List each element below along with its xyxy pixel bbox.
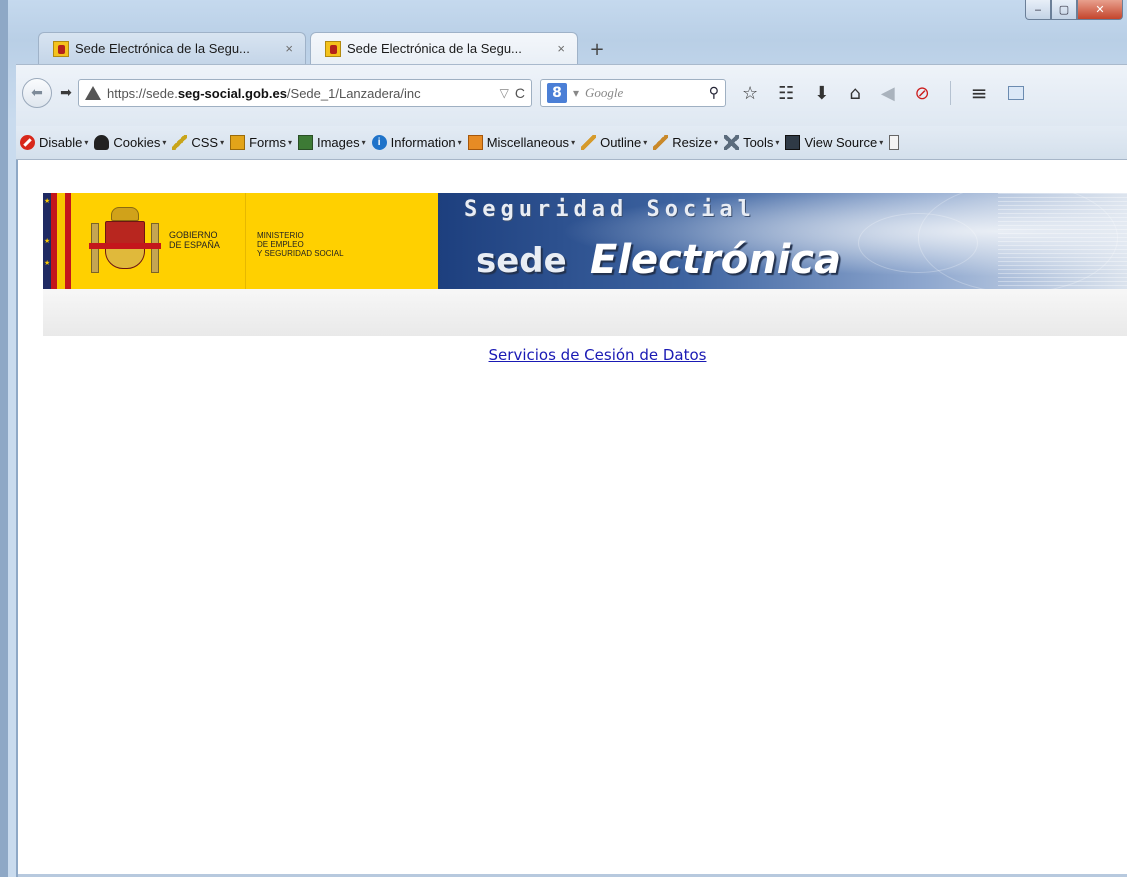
search-input[interactable]: Google <box>585 85 703 101</box>
navigation-toolbar: ⬅ ➡ https://sede.seg-social.gob.es/Sede_… <box>16 64 1127 126</box>
warning-triangle-icon <box>85 86 101 100</box>
header-sub-bar <box>43 289 1127 336</box>
forms-icon <box>230 135 246 150</box>
menu-hamburger-icon[interactable]: ≡ <box>971 81 988 105</box>
tab-sede-1[interactable]: Sede Electrónica de la Segu... × <box>38 32 306 64</box>
government-label: GOBIERNO DE ESPAÑA <box>169 230 220 250</box>
spanish-coat-of-arms-icon <box>89 207 161 277</box>
new-tab-button[interactable]: + <box>582 34 612 64</box>
browser-window: ‒ ▢ ✕ Sede Electrónica de la Segu... × S… <box>0 0 1127 877</box>
devbar-overflow[interactable] <box>889 135 900 150</box>
tools-icon <box>724 135 740 150</box>
servicios-cesion-datos-link[interactable]: Servicios de Cesión de Datos <box>489 346 707 364</box>
back-button[interactable]: ⬅ <box>22 78 52 108</box>
google-search-engine-icon[interactable]: 8 <box>547 83 567 103</box>
url-text[interactable]: https://sede.seg-social.gob.es/Sede_1/La… <box>107 86 494 101</box>
resize-icon <box>653 135 669 150</box>
images-icon <box>297 135 313 150</box>
home-icon[interactable]: ⌂ <box>849 83 860 104</box>
page-content: ★ ★ ★ GOBIERNO DE ESPAÑA MINISTERIO DE E… <box>16 160 1127 877</box>
devbar-images[interactable]: Images ▾ <box>297 135 366 150</box>
devbar-tools[interactable]: Tools ▾ <box>724 135 779 150</box>
search-engine-dropdown-icon[interactable]: ▾ <box>573 86 579 100</box>
coat-of-arms-favicon-icon <box>325 40 341 57</box>
eu-spain-flag-band: ★ ★ ★ <box>43 193 71 289</box>
css-icon <box>172 135 188 150</box>
view-source-icon <box>785 135 801 150</box>
devbar-outline[interactable]: Outline ▾ <box>581 135 647 150</box>
star-icon: ★ <box>44 259 51 267</box>
send-icon[interactable]: ◀ <box>881 83 895 104</box>
star-icon: ★ <box>44 237 51 245</box>
gobierno-de-espana-logo: GOBIERNO DE ESPAÑA <box>71 193 246 289</box>
devbar-forms[interactable]: Forms ▾ <box>230 135 292 150</box>
disable-icon <box>20 135 35 150</box>
tab-title: Sede Electrónica de la Segu... <box>347 41 522 56</box>
reload-icon[interactable]: C <box>515 85 525 101</box>
toolbar-icons: ☆ ☷ ⬇ ⌂ ◀ ⊘ ≡ <box>742 81 1024 105</box>
star-icon: ★ <box>44 197 51 205</box>
bookmarks-list-icon[interactable]: ☷ <box>778 83 794 104</box>
overflow-icon <box>889 135 900 150</box>
ministry-logo: MINISTERIO DE EMPLEO Y SEGURIDAD SOCIAL <box>246 193 438 289</box>
downloads-icon[interactable]: ⬇ <box>814 83 829 104</box>
window-controls: ‒ ▢ ✕ <box>1025 0 1123 22</box>
devbar-information[interactable]: i Information ▾ <box>371 135 462 150</box>
devbar-css[interactable]: CSS ▾ <box>172 135 224 150</box>
hero-sede-word: sede <box>476 241 567 281</box>
back-arrow-icon: ⬅ <box>31 85 43 101</box>
search-bar[interactable]: 8 ▾ Google ⚲ <box>540 79 726 107</box>
bookmark-star-icon[interactable]: ☆ <box>742 83 758 104</box>
tab-close-icon[interactable]: × <box>557 41 565 56</box>
coat-of-arms-favicon-icon <box>53 40 69 57</box>
devbar-view-source[interactable]: View Source ▾ <box>785 135 883 150</box>
maximize-button[interactable]: ▢ <box>1051 0 1077 20</box>
information-icon: i <box>371 135 387 150</box>
outline-icon <box>581 135 597 150</box>
sede-electronica-hero: Seguridad Social sede Electrónica <box>438 193 1127 289</box>
web-developer-toolbar: Disable ▾ Cookies ▾ CSS ▾ Forms ▾ Images ▾ iI… <box>16 126 1127 160</box>
hero-electronica-word: Electrónica <box>590 237 842 283</box>
forward-arrow-icon: ➡ <box>60 85 72 101</box>
forward-button[interactable]: ➡ <box>54 85 78 101</box>
search-icon[interactable]: ⚲ <box>709 85 719 101</box>
tab-title: Sede Electrónica de la Segu... <box>75 41 250 56</box>
tab-sede-2-active[interactable]: Sede Electrónica de la Segu... × <box>310 32 578 64</box>
toolbar-separator <box>949 81 951 105</box>
hero-title: Seguridad Social <box>464 197 756 222</box>
miscellaneous-icon <box>467 135 483 150</box>
minimize-button[interactable]: ‒ <box>1025 0 1051 20</box>
devbar-cookies[interactable]: Cookies ▾ <box>94 135 166 150</box>
devbar-miscellaneous[interactable]: Miscellaneous ▾ <box>467 135 575 150</box>
devbar-disable[interactable]: Disable ▾ <box>20 135 88 150</box>
adblock-icon[interactable]: ⊘ <box>915 83 930 104</box>
link-container: Servicios de Cesión de Datos <box>18 346 1127 364</box>
devbar-resize[interactable]: Resize ▾ <box>653 135 718 150</box>
close-window-button[interactable]: ✕ <box>1077 0 1123 20</box>
tab-strip: Sede Electrónica de la Segu... × Sede El… <box>38 30 612 64</box>
url-bar[interactable]: https://sede.seg-social.gob.es/Sede_1/La… <box>78 79 532 107</box>
image-extension-icon[interactable] <box>1007 86 1024 100</box>
site-header-banner: ★ ★ ★ GOBIERNO DE ESPAÑA MINISTERIO DE E… <box>43 193 1127 289</box>
cookies-icon <box>94 135 110 150</box>
url-history-dropdown-icon[interactable]: ▽ <box>500 86 509 100</box>
tab-close-icon[interactable]: × <box>285 41 293 56</box>
ministry-label: MINISTERIO DE EMPLEO Y SEGURIDAD SOCIAL <box>257 231 344 258</box>
